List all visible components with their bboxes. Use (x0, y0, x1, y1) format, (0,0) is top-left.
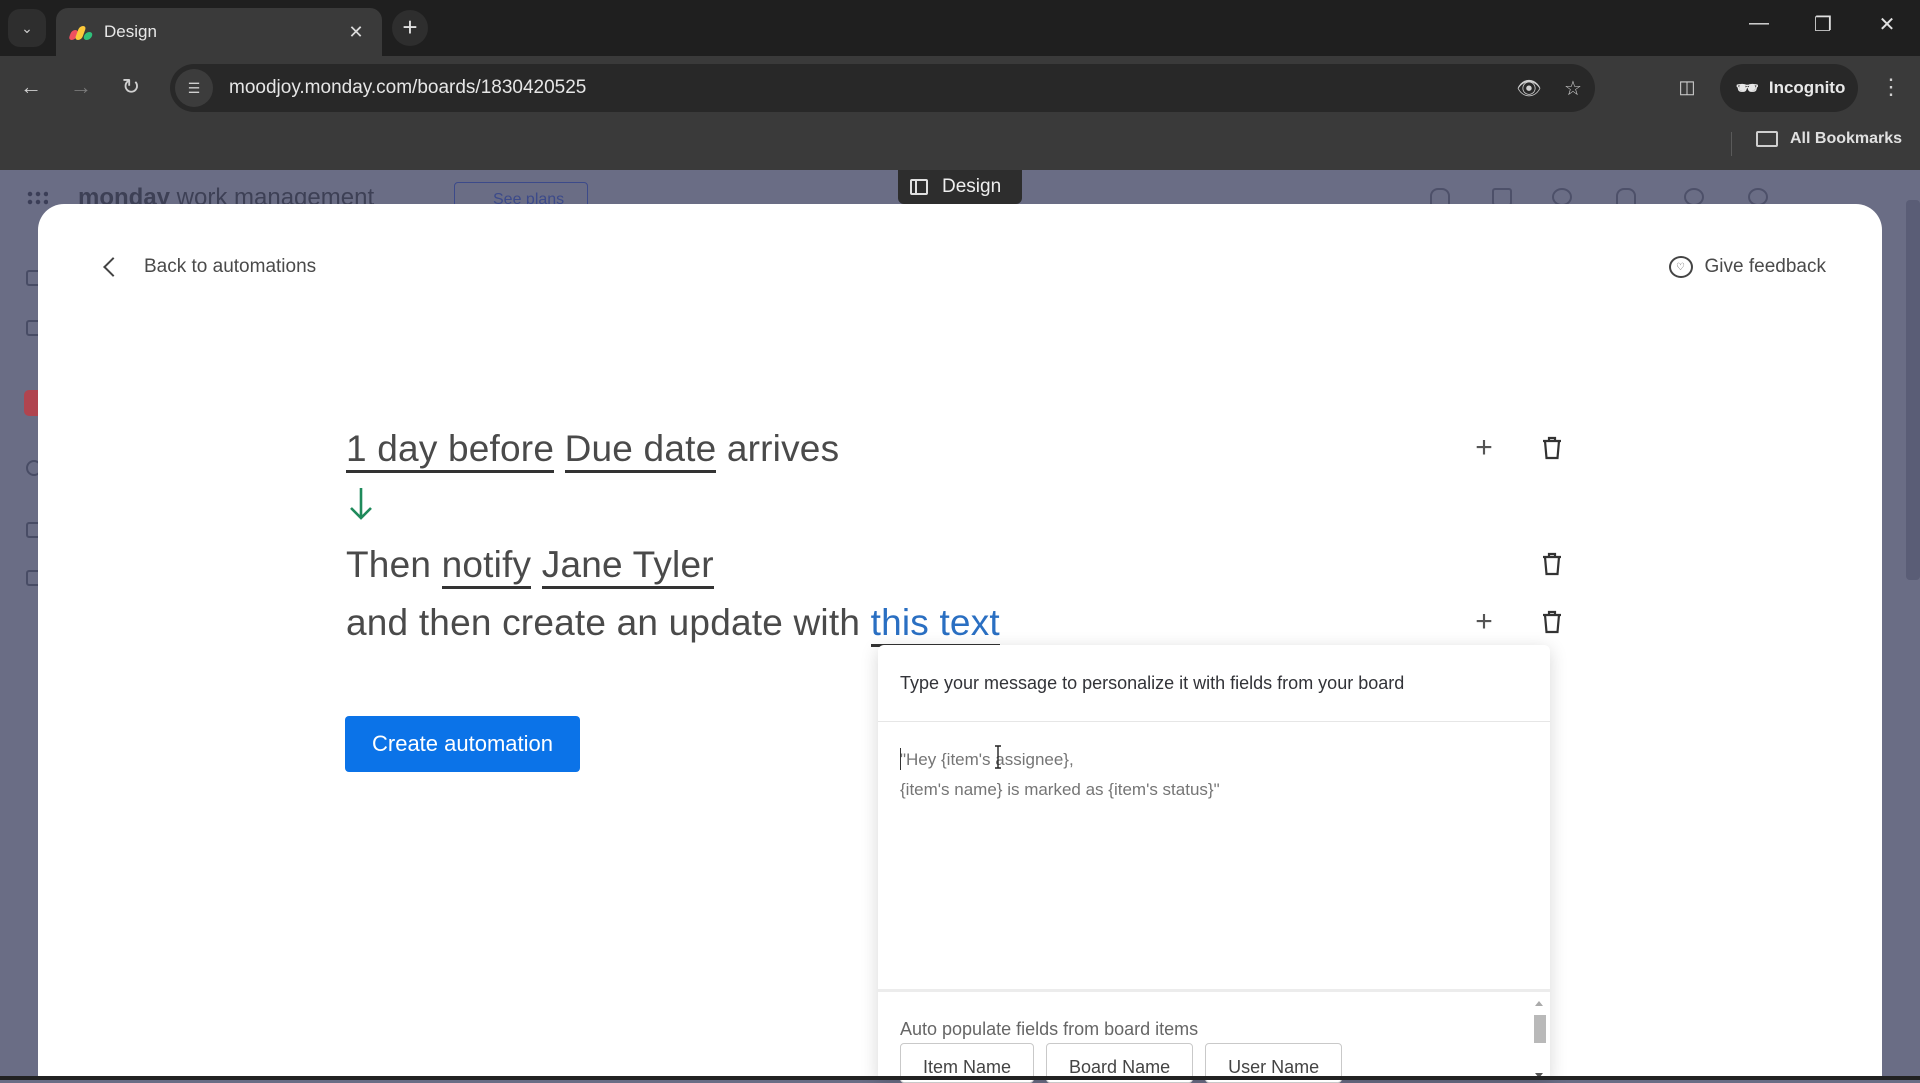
trigger-suffix: arrives (726, 428, 840, 469)
tab-title: Design (104, 22, 157, 41)
incognito-label: Incognito (1768, 78, 1846, 97)
action1-person-token[interactable]: Jane Tyler (541, 544, 714, 589)
plus-icon: + (1475, 431, 1493, 464)
arrow-left-icon: ← (20, 74, 42, 99)
url-text[interactable]: moodjoy.monday.com/boards/1830420525 (229, 77, 1507, 99)
tab-search-button[interactable]: ⌄ (8, 9, 46, 47)
popover-title: Type your message to personalize it with… (900, 673, 1405, 693)
back-label: Back to automations (144, 256, 317, 277)
action1-prefix: Then (346, 544, 432, 585)
action-update-sentence: and then create an update with this text (346, 602, 1000, 647)
trigger-amount-token[interactable]: 1 day before (346, 428, 555, 473)
give-feedback-button[interactable]: ♡ Give feedback (1668, 256, 1826, 278)
arrow-right-icon: → (70, 74, 92, 99)
folder-icon (1756, 131, 1778, 147)
all-bookmarks-label: All Bookmarks (1790, 130, 1903, 147)
bookmarks-bar: All Bookmarks (0, 120, 1920, 170)
minimize-button[interactable]: — (1744, 12, 1774, 35)
browser-tab[interactable]: Design ✕ (56, 8, 382, 56)
kebab-icon: ⋮ (1880, 74, 1902, 99)
tune-icon: ☰ (187, 79, 201, 96)
view-chip-label: Design (942, 176, 1002, 197)
chevron-down-icon: ⌄ (21, 19, 33, 36)
eye-off-icon[interactable]: 👁 (1507, 76, 1551, 101)
add-condition-button[interactable]: + (1470, 431, 1498, 464)
close-icon: ✕ (1878, 14, 1896, 36)
browser-toolbar: ← → ↻ ☰ moodjoy.monday.com/boards/183042… (0, 56, 1920, 120)
forward-button[interactable]: → (64, 70, 98, 104)
feedback-label: Give feedback (1704, 256, 1826, 277)
create-automation-button[interactable]: Create automation (345, 716, 580, 772)
restore-icon: ❐ (1814, 14, 1832, 36)
scroll-up-icon[interactable] (1535, 1001, 1543, 1006)
ibeam-cursor-icon (995, 745, 1001, 769)
popover-divider (878, 721, 1550, 722)
message-editor-popover: Type your message to personalize it with… (878, 645, 1550, 1083)
action1-verb-token[interactable]: notify (441, 544, 532, 589)
side-panel-button[interactable]: ◫ (1670, 70, 1704, 104)
delete-trigger-button[interactable] (1538, 434, 1566, 462)
scroll-thumb[interactable] (1534, 1015, 1546, 1043)
screen-bottom-edge (0, 1076, 1920, 1080)
incognito-icon: 🕶 (1736, 77, 1759, 98)
flow-arrow-down-icon (350, 488, 372, 520)
action2-prefix: and then create an update with (346, 602, 861, 643)
trash-icon (1543, 610, 1561, 634)
close-window-button[interactable]: ✕ (1872, 12, 1902, 37)
tab-close-icon[interactable]: ✕ (344, 22, 368, 43)
text-caret (900, 748, 901, 770)
plus-icon: + (1475, 605, 1493, 638)
add-action-button[interactable]: + (1470, 605, 1498, 638)
panel-icon (910, 179, 928, 195)
action-notify-sentence: Then notify Jane Tyler (346, 544, 714, 589)
trash-icon (1543, 436, 1561, 460)
new-tab-button[interactable]: + (392, 10, 428, 46)
minimize-icon: — (1749, 12, 1769, 34)
delete-action2-button[interactable] (1538, 608, 1566, 636)
apps-grid-icon (26, 190, 48, 206)
automation-builder-modal: Back to automations ♡ Give feedback 1 da… (38, 204, 1882, 1083)
reload-button[interactable]: ↻ (114, 70, 148, 104)
action2-text-token[interactable]: this text (870, 602, 1000, 647)
browser-menu-button[interactable]: ⋮ (1876, 70, 1906, 104)
address-bar[interactable]: ☰ moodjoy.monday.com/boards/1830420525 👁… (170, 64, 1595, 112)
popover-divider-2 (878, 989, 1550, 992)
delete-action1-button[interactable] (1538, 550, 1566, 578)
monday-logo-icon (68, 24, 94, 40)
bookmarks-divider (1731, 132, 1732, 156)
background-scrollbar (1906, 200, 1920, 580)
trigger-column-token[interactable]: Due date (564, 428, 717, 473)
browser-tabstrip: ⌄ Design ✕ + — ❐ ✕ (0, 0, 1920, 56)
back-to-automations-link[interactable]: Back to automations (100, 256, 316, 278)
trash-icon (1543, 552, 1561, 576)
auto-populate-label: Auto populate fields from board items (900, 1019, 1199, 1039)
trigger-sentence: 1 day before Due date arrives (346, 428, 840, 473)
star-icon[interactable]: ☆ (1551, 76, 1595, 101)
fields-scrollbar[interactable] (1532, 995, 1546, 1080)
incognito-badge[interactable]: 🕶 Incognito (1720, 64, 1858, 112)
message-input[interactable] (900, 745, 1520, 965)
board-view-chip: Design (898, 170, 1022, 204)
reload-icon: ↻ (121, 74, 141, 99)
back-button[interactable]: ← (14, 70, 48, 104)
chevron-left-icon (103, 257, 123, 277)
feedback-heart-icon: ♡ (1668, 256, 1693, 278)
site-info-button[interactable]: ☰ (175, 69, 213, 107)
plus-icon: + (402, 12, 418, 42)
all-bookmarks-button[interactable]: All Bookmarks (1756, 130, 1902, 148)
restore-button[interactable]: ❐ (1808, 12, 1838, 37)
side-panel-icon: ◫ (1678, 77, 1696, 97)
